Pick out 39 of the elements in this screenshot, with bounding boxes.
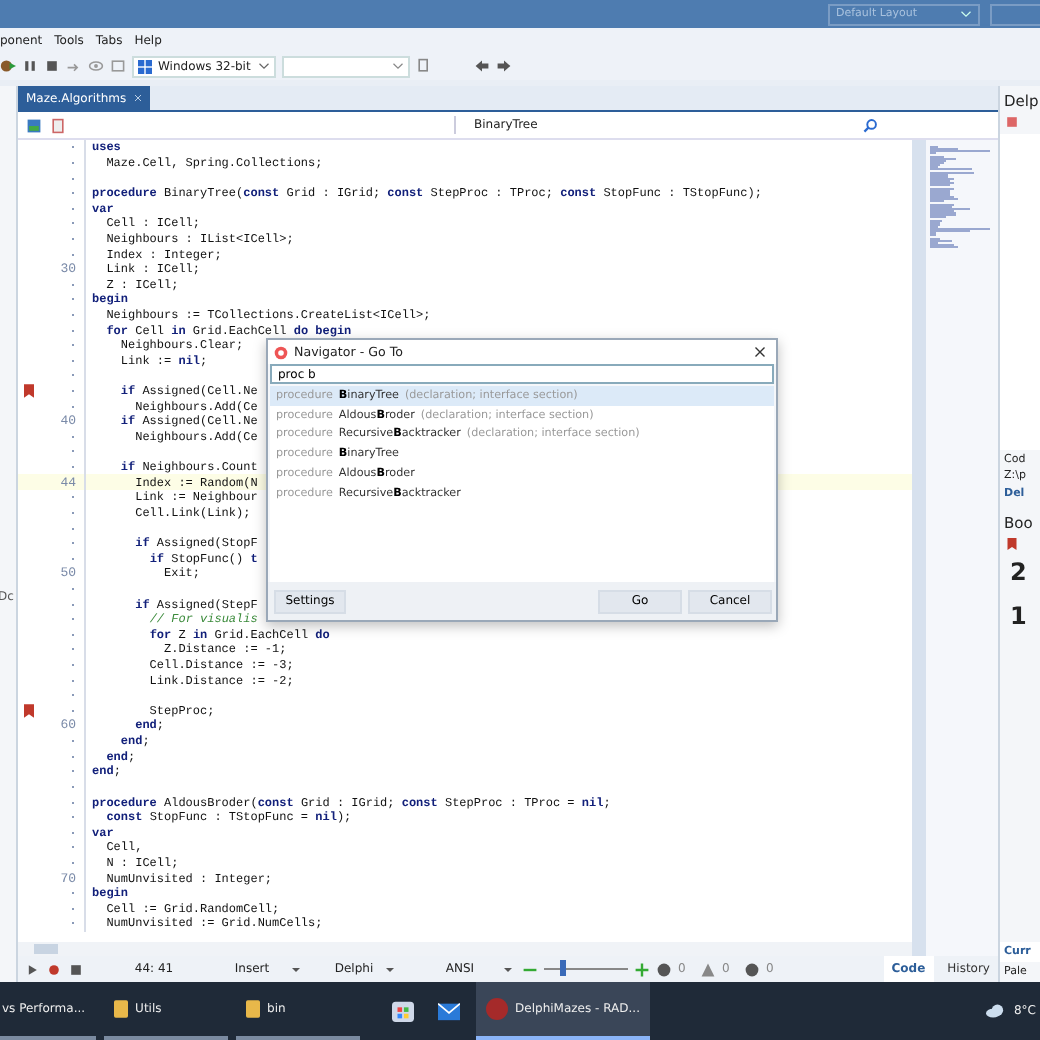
error-icon bbox=[656, 961, 672, 977]
record-icon[interactable] bbox=[46, 961, 62, 977]
stop-icon[interactable] bbox=[44, 58, 60, 74]
close-icon[interactable] bbox=[754, 346, 766, 358]
scrollbar[interactable] bbox=[912, 140, 926, 956]
app-icon bbox=[274, 345, 288, 359]
bookmark-number[interactable]: 2 bbox=[1000, 550, 1040, 594]
caret-icon bbox=[960, 8, 972, 20]
play-icon[interactable] bbox=[24, 961, 40, 977]
app-icon bbox=[485, 998, 508, 1020]
warning-icon bbox=[700, 961, 716, 977]
bookmark-icon[interactable] bbox=[1006, 538, 1018, 550]
back-icon[interactable] bbox=[474, 58, 490, 74]
info-icon bbox=[744, 961, 760, 977]
stop-icon[interactable] bbox=[68, 961, 84, 977]
device-icon[interactable] bbox=[416, 58, 432, 74]
folder-icon bbox=[245, 1000, 260, 1018]
run-icon[interactable] bbox=[0, 58, 16, 74]
caret-icon bbox=[392, 60, 404, 72]
folder-icon bbox=[113, 1000, 128, 1018]
project-icon[interactable] bbox=[1006, 116, 1018, 128]
step-icon[interactable] bbox=[66, 58, 82, 74]
store-icon bbox=[391, 1000, 414, 1022]
caret-icon bbox=[258, 60, 270, 72]
forward-icon[interactable] bbox=[496, 58, 512, 74]
scrollbar-thumb[interactable] bbox=[34, 944, 58, 954]
search-icon[interactable] bbox=[862, 117, 878, 133]
title-field[interactable] bbox=[990, 3, 1040, 25]
cloud-icon bbox=[985, 1004, 1006, 1018]
zoom-in-icon[interactable] bbox=[634, 961, 650, 977]
eye-icon[interactable] bbox=[88, 58, 104, 74]
grid-icon bbox=[138, 59, 152, 73]
pause-icon[interactable] bbox=[22, 58, 38, 74]
structure-icon[interactable] bbox=[26, 117, 42, 133]
mail-icon bbox=[437, 1000, 460, 1022]
bookmark-number[interactable]: 1 bbox=[1000, 594, 1040, 638]
watch-icon[interactable] bbox=[110, 58, 126, 74]
document-icon[interactable] bbox=[50, 117, 66, 133]
zoom-slider[interactable] bbox=[560, 960, 567, 977]
